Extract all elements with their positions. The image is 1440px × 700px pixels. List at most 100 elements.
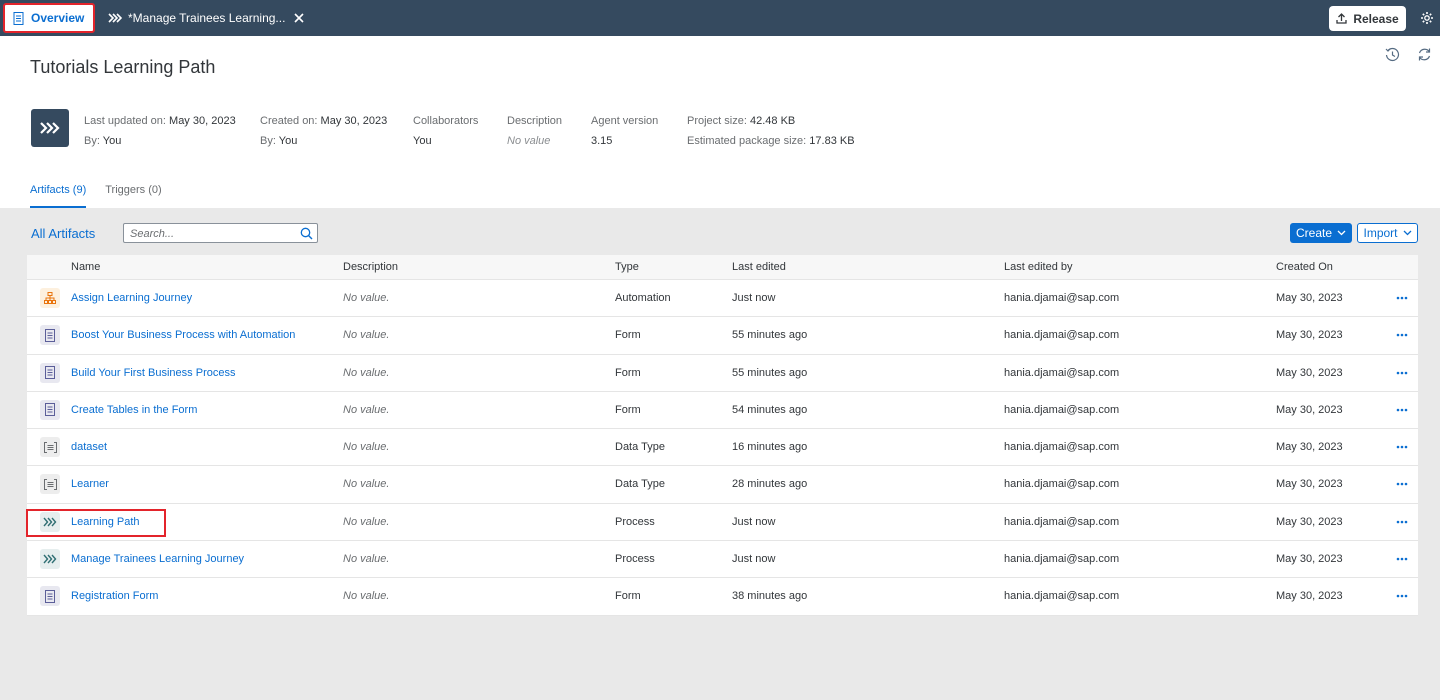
- artifact-last-edited: 55 minutes ago: [732, 366, 808, 379]
- search-icon[interactable]: [300, 227, 313, 240]
- more-options-icon[interactable]: [1396, 594, 1408, 598]
- more-options-icon[interactable]: [1396, 333, 1408, 337]
- artifact-last-edited: 16 minutes ago: [732, 441, 808, 454]
- more-options-icon[interactable]: [1396, 520, 1408, 524]
- artifact-type: Form: [615, 366, 641, 379]
- artifact-description: No value.: [343, 329, 390, 342]
- artifact-created-on: May 30, 2023: [1276, 403, 1343, 416]
- artifact-name-link[interactable]: Boost Your Business Process with Automat…: [71, 329, 295, 341]
- table-row[interactable]: Manage Trainees Learning Journey No value…: [27, 541, 1418, 579]
- artifact-name-link[interactable]: Build Your First Business Process: [71, 367, 235, 379]
- process-icon: [108, 13, 122, 23]
- import-label: Import: [1363, 226, 1398, 240]
- artifact-last-edited-by: hania.djamai@sap.com: [1004, 366, 1120, 379]
- artifact-name-link[interactable]: Registration Form: [71, 590, 158, 602]
- table-row[interactable]: Assign Learning Journey No value. Automati…: [27, 280, 1418, 318]
- meta-collaborators: Collaborators You: [413, 111, 478, 151]
- refresh-icon[interactable]: [1417, 47, 1432, 62]
- tab-triggers[interactable]: Triggers (0): [105, 184, 161, 208]
- meta-value: 17.83 KB: [809, 135, 855, 147]
- automation-icon: [40, 288, 60, 308]
- more-options-icon[interactable]: [1396, 482, 1408, 486]
- search-input[interactable]: [130, 226, 290, 241]
- artifact-name-link[interactable]: Assign Learning Journey: [71, 292, 192, 304]
- tab-manage-trainees[interactable]: *Manage Trainees Learning...: [108, 0, 305, 36]
- meta-label: By:: [260, 135, 276, 147]
- meta-label: Description: [507, 115, 563, 127]
- tab-manage-trainees-label: *Manage Trainees Learning...: [128, 11, 286, 25]
- meta-last-updated: Last updated on: May 30, 2023 By: You: [84, 111, 236, 151]
- artifact-last-edited: 38 minutes ago: [732, 590, 808, 603]
- process-icon: [40, 122, 60, 134]
- more-options-icon[interactable]: [1396, 557, 1408, 561]
- data-type-icon: [40, 437, 60, 458]
- artifact-type: Data Type: [615, 478, 665, 491]
- artifact-last-edited-by: hania.djamai@sap.com: [1004, 329, 1120, 342]
- chevron-down-icon: [1403, 230, 1411, 236]
- table-row[interactable]: Learning Path No value. Process Just now han…: [27, 504, 1418, 542]
- more-options-icon[interactable]: [1396, 296, 1408, 300]
- process-icon: [40, 549, 60, 570]
- more-options-icon[interactable]: [1396, 371, 1408, 375]
- artifact-description: No value.: [343, 553, 390, 566]
- release-button[interactable]: Release: [1329, 6, 1406, 31]
- column-header-last-edited-by[interactable]: Last edited by: [1004, 261, 1073, 273]
- artifact-last-edited: 28 minutes ago: [732, 478, 808, 491]
- artifact-name-link[interactable]: Learner: [71, 478, 109, 490]
- column-header-description[interactable]: Description: [343, 261, 398, 273]
- table-row[interactable]: Boost Your Business Process with Automat…: [27, 317, 1418, 355]
- meta-value: You: [278, 135, 298, 147]
- history-icon[interactable]: [1385, 47, 1400, 62]
- artifact-last-edited: Just now: [732, 292, 776, 304]
- artifact-last-edited-by: hania.djamai@sap.com: [1004, 590, 1120, 603]
- artifact-type: Automation: [615, 292, 671, 304]
- table-row[interactable]: Create Tables in the Form No value. Form 54…: [27, 392, 1418, 430]
- table-row[interactable]: Build Your First Business Process No valu…: [27, 355, 1418, 392]
- search-field[interactable]: [123, 223, 318, 243]
- column-header-type[interactable]: Type: [615, 261, 639, 273]
- page-title: Tutorials Learning Path: [30, 57, 216, 77]
- table-row[interactable]: dataset No value. Data Type 16 minutes ago h…: [27, 429, 1418, 467]
- artifact-type: Form: [615, 590, 641, 603]
- data-type-icon: [40, 474, 60, 495]
- table-row[interactable]: Learner No value. Data Type 28 minutes ago h…: [27, 466, 1418, 504]
- table-row[interactable]: Registration Form No value. Form 38 minutes…: [27, 578, 1418, 616]
- content-tabs: Artifacts (9) Triggers (0): [30, 184, 181, 208]
- artifact-last-edited-by: hania.djamai@sap.com: [1004, 515, 1120, 528]
- artifact-last-edited-by: hania.djamai@sap.com: [1004, 478, 1120, 491]
- artifact-created-on: May 30, 2023: [1276, 590, 1343, 603]
- column-header-last-edited[interactable]: Last edited: [732, 261, 786, 273]
- artifact-name-link[interactable]: Manage Trainees Learning Journey: [71, 553, 244, 565]
- artifact-name-link[interactable]: Learning Path: [71, 516, 140, 528]
- artifact-name-link[interactable]: Create Tables in the Form: [71, 404, 197, 416]
- artifact-description: No value.: [343, 441, 390, 454]
- release-label: Release: [1353, 11, 1399, 26]
- more-options-icon[interactable]: [1396, 408, 1408, 412]
- artifacts-table: Name Description Type Last edited Last e…: [27, 255, 1418, 616]
- tab-overview[interactable]: Overview: [3, 3, 95, 33]
- process-icon: [40, 511, 60, 532]
- artifact-type: Data Type: [615, 441, 665, 454]
- all-artifacts-title: All Artifacts: [31, 226, 96, 241]
- artifact-created-on: May 30, 2023: [1276, 366, 1343, 379]
- artifact-name-link[interactable]: dataset: [71, 441, 107, 453]
- column-header-name[interactable]: Name: [71, 261, 100, 273]
- form-icon: [40, 586, 60, 607]
- artifact-created-on: May 30, 2023: [1276, 292, 1343, 304]
- artifact-last-edited-by: hania.djamai@sap.com: [1004, 553, 1120, 566]
- shell-bar: Overview *Manage Trainees Learning... Re…: [0, 0, 1440, 36]
- column-header-created-on[interactable]: Created On: [1276, 261, 1333, 273]
- meta-label: By:: [84, 135, 100, 147]
- gear-icon[interactable]: [1420, 11, 1434, 25]
- create-button[interactable]: Create: [1290, 223, 1352, 243]
- import-button[interactable]: Import: [1357, 223, 1418, 243]
- tab-artifacts[interactable]: Artifacts (9): [30, 184, 87, 208]
- artifact-last-edited-by: hania.djamai@sap.com: [1004, 441, 1120, 454]
- form-icon: [40, 362, 60, 383]
- artifact-type: Form: [615, 403, 641, 416]
- artifact-type: Process: [615, 515, 655, 528]
- artifact-created-on: May 30, 2023: [1276, 441, 1343, 454]
- close-icon[interactable]: [294, 13, 305, 23]
- meta-label: Collaborators: [413, 115, 479, 127]
- more-options-icon[interactable]: [1396, 445, 1408, 449]
